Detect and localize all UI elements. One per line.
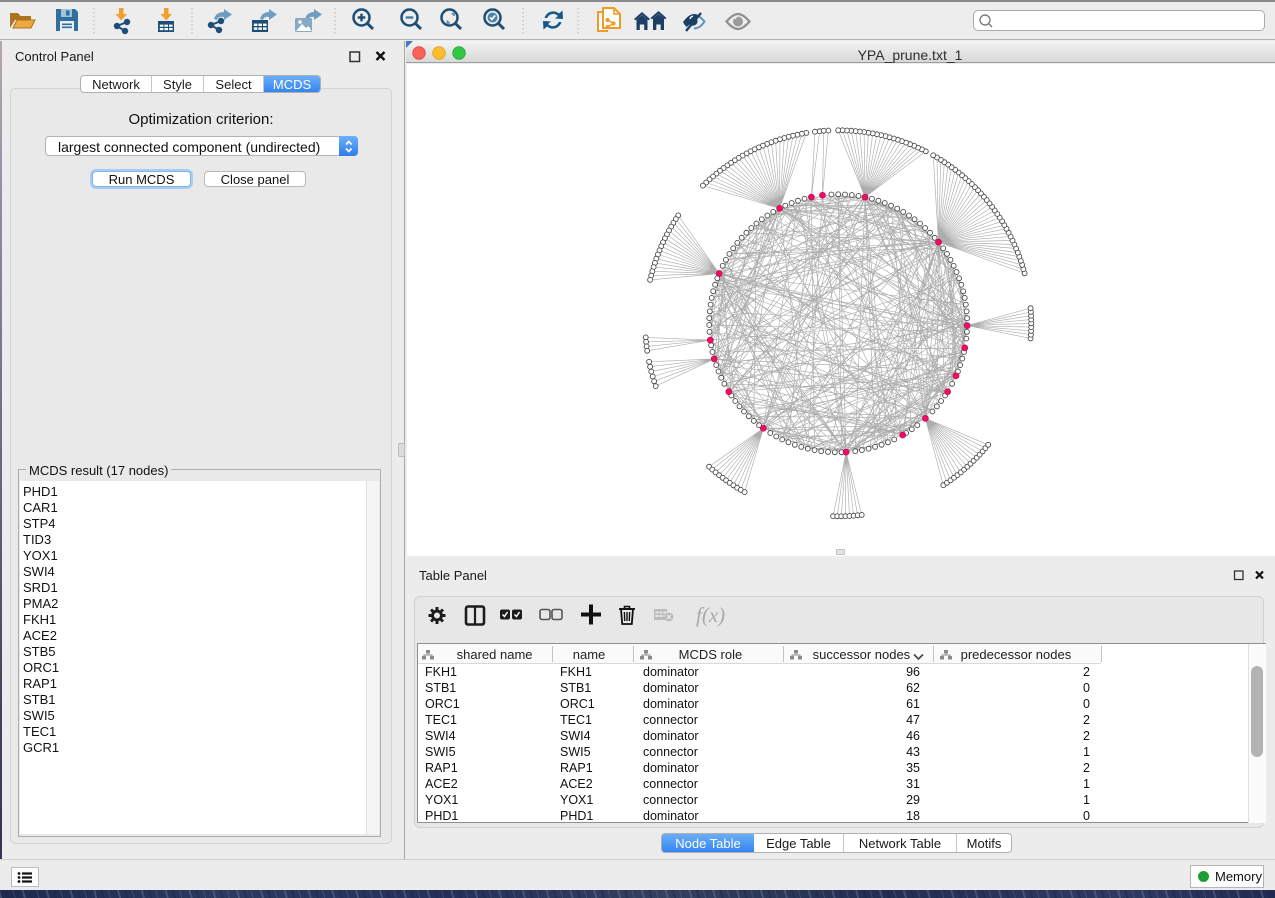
svg-text:f(x): f(x) xyxy=(696,603,725,627)
